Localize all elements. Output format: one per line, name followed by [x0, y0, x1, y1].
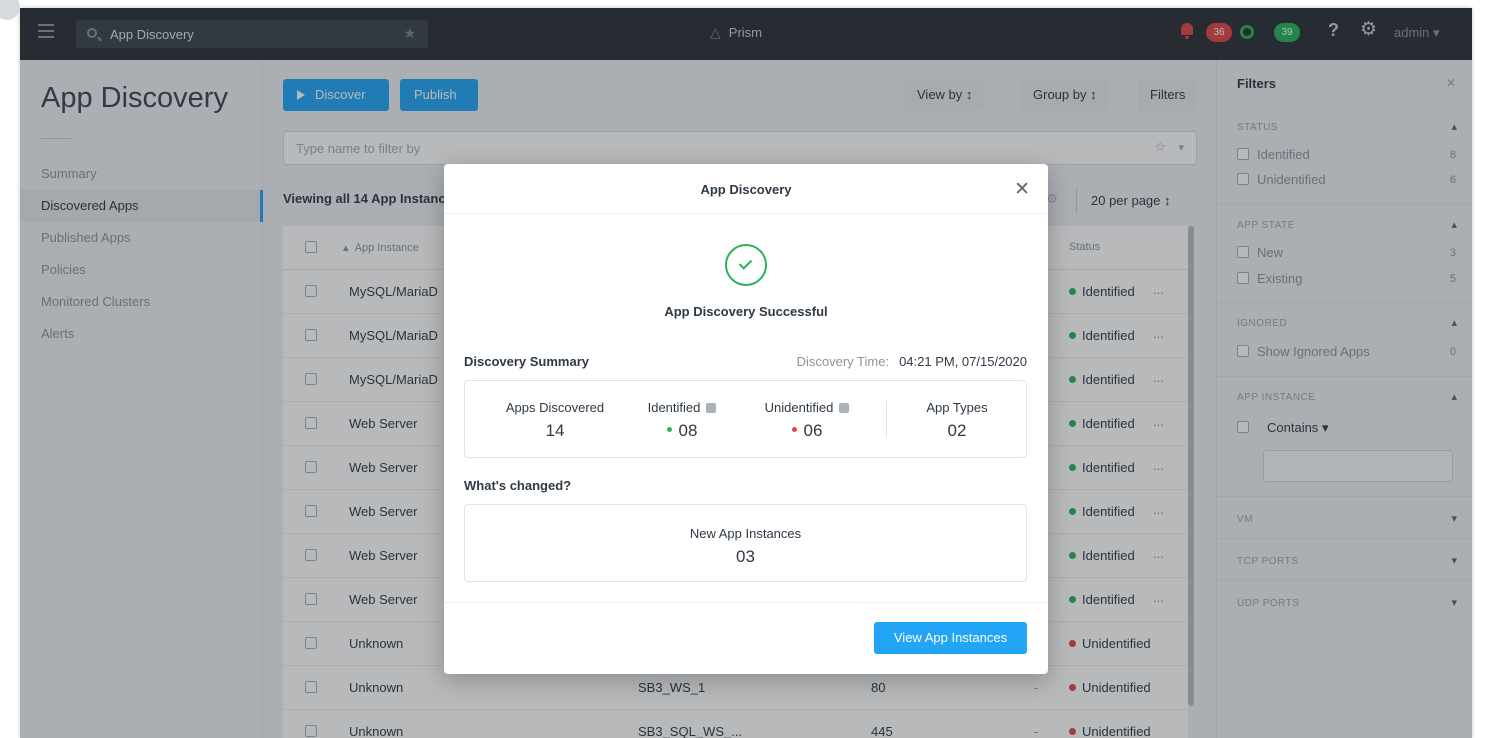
discovery-summary-heading: Discovery Summary [464, 354, 590, 369]
success-message: App Discovery Successful [664, 304, 828, 319]
discovery-time: Discovery Time: 04:21 PM, 07/15/2020 [797, 354, 1027, 369]
stat-value-row: 06 [755, 421, 859, 441]
discovery-time-label: Discovery Time: [796, 354, 890, 369]
new-instances-label: New App Instances [689, 526, 802, 541]
info-icon[interactable] [706, 403, 717, 413]
green-dot-icon [666, 427, 672, 432]
new-instances-value: 03 [736, 547, 755, 566]
close-icon[interactable]: ✕ [1014, 178, 1030, 201]
stat-label: Identified [647, 400, 701, 415]
stat-label: App Types [926, 400, 988, 415]
stat-unidentified: Unidentified 06 [755, 400, 859, 441]
dialog-footer-divider [444, 602, 1048, 603]
stat-divider [886, 401, 887, 437]
new-instances-box: New App Instances 03 [464, 504, 1027, 582]
dialog-header: App Discovery ✕ [444, 164, 1048, 214]
window-corner-dot [0, 0, 20, 20]
info-icon[interactable] [839, 403, 850, 413]
stat-identified: Identified 08 [637, 400, 727, 441]
discovery-summary-box: Apps Discovered 14 Identified 08 Unident… [464, 380, 1027, 458]
stat-apps-discovered: Apps Discovered 14 [501, 400, 609, 441]
stat-label-row: Unidentified [755, 400, 859, 415]
stat-value: 14 [545, 421, 565, 440]
stat-value-row: 08 [637, 421, 727, 441]
stat-label: Unidentified [764, 400, 834, 415]
stat-value: 02 [947, 421, 967, 440]
stat-label: Apps Discovered [505, 400, 605, 415]
dialog-title: App Discovery [700, 182, 792, 197]
app-discovery-dialog: App Discovery ✕ App Discovery Successful… [444, 164, 1048, 674]
whats-changed-heading: What's changed? [464, 478, 572, 493]
stat-value: 06 [803, 421, 823, 440]
discovery-time-value: 04:21 PM, 07/15/2020 [899, 354, 1027, 369]
success-check-icon [725, 244, 767, 286]
app-window: App Discovery ★ △ Prism 36 39 ? ⚙ admin ▾… [20, 8, 1472, 738]
stat-label-row: Identified [637, 400, 727, 415]
stat-app-types: App Types 02 [917, 400, 997, 441]
stat-value: 08 [678, 421, 698, 440]
view-app-instances-button[interactable]: View App Instances [874, 622, 1027, 654]
red-dot-icon [791, 427, 797, 432]
